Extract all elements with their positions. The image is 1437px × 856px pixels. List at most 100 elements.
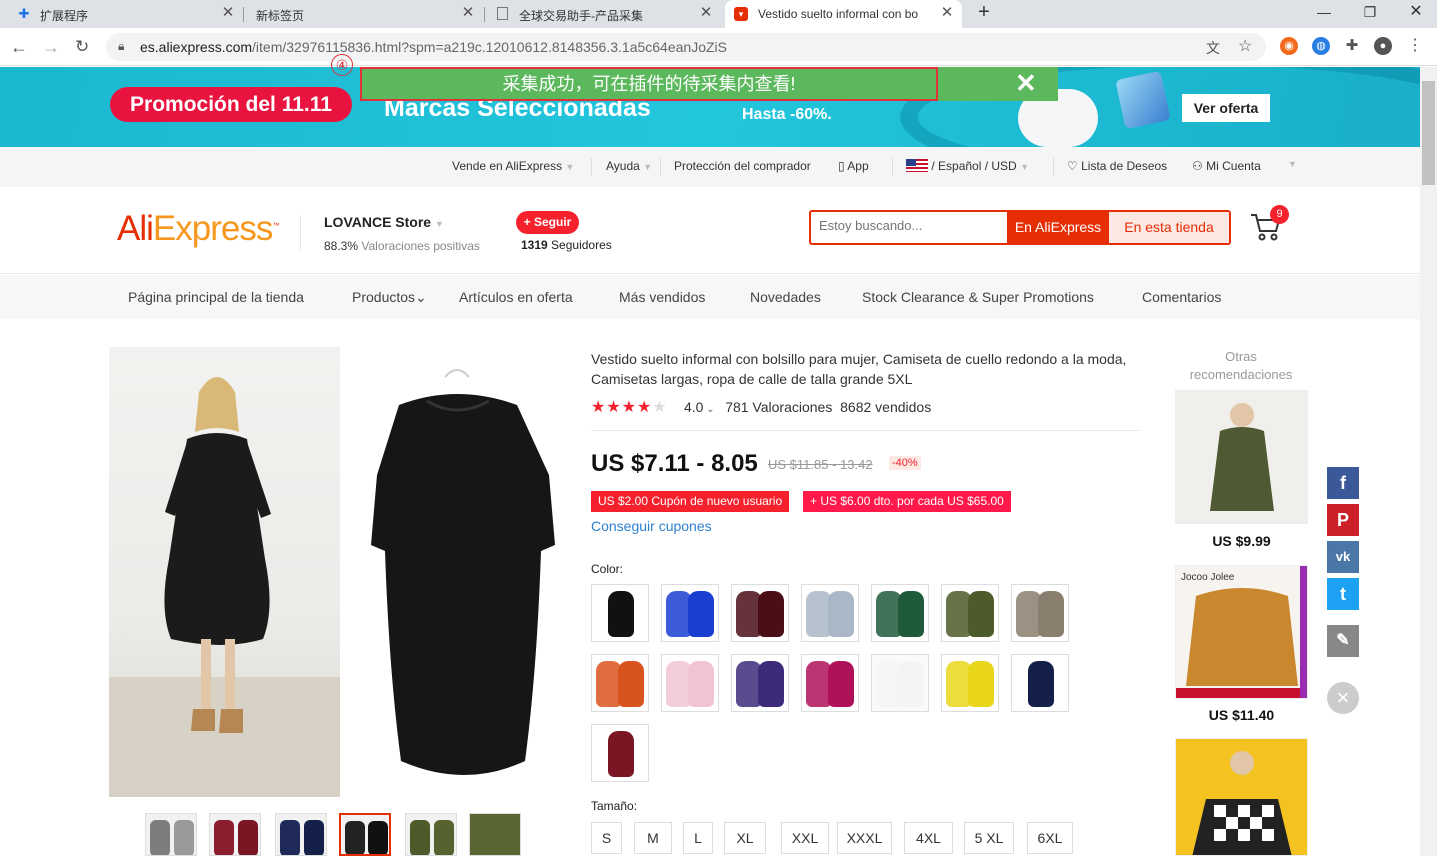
nav-clearance[interactable]: Stock Clearance & Super Promotions [862, 289, 1094, 305]
star-icon: ★★★★ [591, 399, 653, 416]
color-swatch[interactable] [661, 584, 719, 642]
help-link[interactable]: Ayuda ▼ [606, 159, 652, 173]
profile-icon[interactable]: ● [1374, 37, 1392, 55]
thumbnail-3[interactable] [275, 813, 327, 856]
tab-collector[interactable]: 全球交易助手-产品采集 ✕ [485, 0, 722, 28]
size-option[interactable]: 6XL [1027, 822, 1073, 854]
color-swatch[interactable] [801, 584, 859, 642]
close-tab-icon[interactable]: ✕ [460, 5, 476, 21]
star-icon[interactable]: ☆ [1238, 36, 1252, 56]
recommendation-2[interactable]: Jocoo Jolee [1175, 565, 1308, 699]
pinterest-icon[interactable]: P [1327, 504, 1359, 536]
search-input[interactable] [819, 218, 999, 233]
close-tab-icon[interactable]: ✕ [220, 5, 236, 21]
follow-button[interactable]: + Seguir [516, 211, 579, 234]
product-main-image[interactable] [109, 347, 567, 797]
back-icon[interactable]: ← [10, 37, 28, 57]
close-icon[interactable]: × [1327, 682, 1359, 714]
size-option[interactable]: XXL [781, 822, 829, 854]
edit-icon[interactable]: ✎ [1327, 625, 1359, 657]
color-swatch[interactable] [591, 654, 649, 712]
nav-store-home[interactable]: Página principal de la tienda [128, 289, 304, 305]
nav-new[interactable]: Novedades [750, 289, 821, 305]
omnibox[interactable]: 🔒︎ es.aliexpress.com/item/32976115836.ht… [106, 33, 1266, 61]
notice-close-icon[interactable]: ✕ [1015, 68, 1037, 98]
thumbnail-4[interactable] [339, 813, 391, 856]
scrollbar-thumb[interactable] [1422, 81, 1435, 185]
store-name[interactable]: LOVANCE Store ▼ [324, 214, 444, 230]
nav-reviews[interactable]: Comentarios [1142, 289, 1221, 305]
search-store-button[interactable]: En esta tienda [1109, 212, 1229, 243]
extension-globe-icon[interactable]: ◍ [1312, 37, 1330, 55]
store-coupon[interactable]: + US $6.00 dto. por cada US $65.00 [803, 491, 1011, 512]
forward-icon[interactable]: → [42, 37, 60, 57]
extensions-puzzle-icon[interactable]: ✚ [1343, 37, 1361, 55]
scrollbar[interactable] [1420, 67, 1437, 856]
recommendation-3[interactable] [1175, 738, 1308, 856]
puzzle-icon: ✚ [18, 6, 30, 21]
restore-icon[interactable]: ❐ [1350, 2, 1390, 22]
nav-bestsellers[interactable]: Más vendidos [619, 289, 705, 305]
color-swatch[interactable] [941, 654, 999, 712]
size-option[interactable]: 5 XL [964, 822, 1014, 854]
size-option[interactable]: S [591, 822, 622, 854]
account-link[interactable]: ⚇ Mi Cuenta [1192, 159, 1261, 173]
close-tab-icon[interactable]: ✕ [939, 5, 955, 21]
wishlist-link[interactable]: ♡ Lista de Deseos [1067, 159, 1167, 173]
vk-icon[interactable]: vk [1327, 541, 1359, 573]
reload-icon[interactable]: ↻ [75, 37, 89, 57]
discount-badge: -40% [889, 456, 921, 470]
minimize-icon[interactable]: — [1304, 2, 1344, 22]
color-swatch[interactable] [871, 584, 929, 642]
color-swatch[interactable] [1011, 584, 1069, 642]
thumbnail-2[interactable] [209, 813, 261, 856]
tab-aliexpress[interactable]: ▾ Vestido suelto informal con bo ✕ [725, 0, 962, 28]
extension-orange-icon[interactable]: ◉ [1280, 37, 1298, 55]
color-swatch[interactable] [1011, 654, 1069, 712]
tab-new[interactable]: 新标签页 ✕ [244, 0, 484, 28]
thumbnail-5[interactable] [405, 813, 457, 856]
locale-selector[interactable]: / Español / USD ▼ [906, 159, 1029, 173]
aliexpress-logo[interactable]: AliExpress™ [117, 209, 279, 249]
twitter-icon[interactable]: t [1327, 578, 1359, 610]
thumbnail-6[interactable] [469, 813, 521, 856]
color-swatch[interactable] [591, 584, 649, 642]
tab-extensions[interactable]: ✚ 扩展程序 ✕ [0, 0, 243, 28]
new-tab-button[interactable]: + [966, 2, 1002, 22]
color-swatch[interactable] [731, 654, 789, 712]
facebook-icon[interactable]: f [1327, 467, 1359, 499]
size-option[interactable]: XL [724, 822, 766, 854]
color-swatch[interactable] [661, 654, 719, 712]
account-caret-icon[interactable]: ▼ [1288, 159, 1297, 169]
menu-icon[interactable]: ⋮ [1406, 37, 1424, 55]
color-swatch[interactable] [871, 654, 929, 712]
color-swatch[interactable] [801, 654, 859, 712]
nav-products[interactable]: Productos⌄ [352, 289, 427, 306]
ver-oferta-button[interactable]: Ver oferta [1182, 94, 1270, 122]
close-tab-icon[interactable]: ✕ [698, 5, 714, 21]
recommendation-1[interactable] [1175, 390, 1308, 524]
size-option[interactable]: L [683, 822, 713, 854]
phone-image [1115, 70, 1171, 130]
close-window-icon[interactable]: ✕ [1396, 2, 1436, 22]
color-swatch[interactable] [731, 584, 789, 642]
url-text[interactable]: es.aliexpress.com/item/32976115836.html?… [140, 39, 727, 55]
rating-summary[interactable]: 4.0 ⌄ 781 Valoraciones 8682 vendidos [684, 399, 931, 415]
search-aliexpress-button[interactable]: En AliExpress [1007, 212, 1109, 243]
size-option[interactable]: XXXL [837, 822, 892, 854]
aliexpress-icon: ▾ [734, 7, 748, 21]
new-user-coupon[interactable]: US $2.00 Cupón de nuevo usuario [591, 491, 790, 512]
get-coupons-link[interactable]: Conseguir cupones [591, 518, 712, 534]
doc-icon [497, 7, 508, 20]
thumbnail-1[interactable] [145, 813, 197, 856]
sell-link[interactable]: Vende en AliExpress ▼ [452, 159, 574, 173]
buyer-protection-link[interactable]: Protección del comprador [674, 159, 811, 173]
size-option[interactable]: M [634, 822, 672, 854]
color-swatch[interactable] [941, 584, 999, 642]
size-option[interactable]: 4XL [904, 822, 953, 854]
nav-deals[interactable]: Artículos en oferta [459, 289, 573, 305]
color-swatch[interactable] [591, 724, 649, 782]
app-link[interactable]: ▯ App [838, 159, 869, 173]
translate-icon[interactable]: 文 [1206, 38, 1220, 58]
store-header: AliExpress™ LOVANCE Store ▼ 88.3% Valora… [0, 187, 1420, 274]
